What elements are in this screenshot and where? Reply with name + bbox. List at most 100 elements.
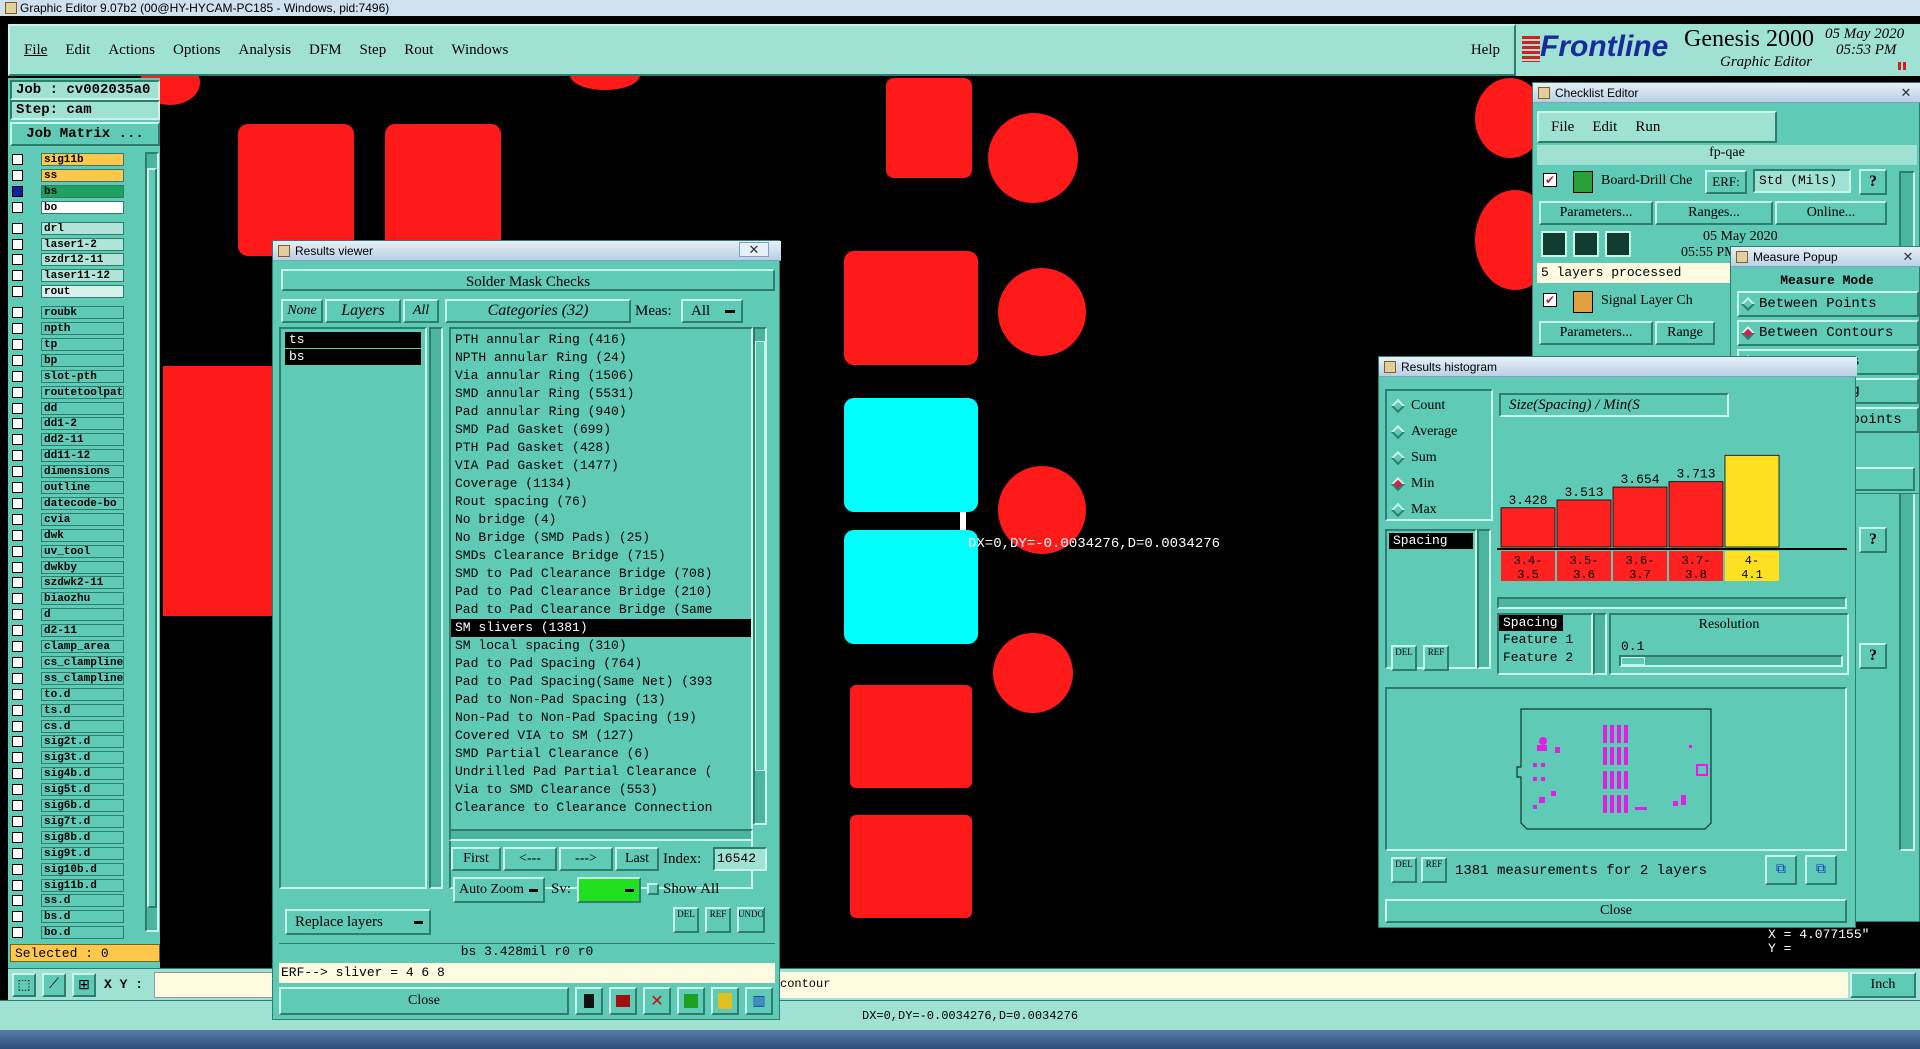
- layer-name[interactable]: ss_clampline: [41, 671, 124, 685]
- layer-name[interactable]: bp: [41, 353, 124, 367]
- stat-mode-option[interactable]: Sum: [1387, 447, 1491, 469]
- report-icon[interactable]: [711, 987, 739, 1015]
- stat-mode-option[interactable]: Count: [1387, 395, 1491, 417]
- layer-checkbox[interactable]: [12, 815, 23, 827]
- layer-name[interactable]: dimensions: [41, 465, 124, 479]
- category-scrollbar[interactable]: [753, 327, 767, 825]
- layer-checkbox[interactable]: [12, 609, 23, 621]
- run-icon[interactable]: [1541, 231, 1567, 257]
- layer-row[interactable]: sig10b.d: [12, 862, 132, 877]
- layers-button[interactable]: Layers: [325, 299, 401, 323]
- layer-name[interactable]: dd11-12: [41, 449, 124, 463]
- histogram-bar[interactable]: [1556, 499, 1612, 548]
- layer-checkbox[interactable]: [12, 831, 23, 843]
- measure-mode-option[interactable]: Between Points: [1737, 291, 1919, 317]
- layer-name[interactable]: biaozhu: [41, 592, 124, 606]
- radio-icon[interactable]: [1740, 325, 1756, 341]
- layer-name[interactable]: szdr12-11: [41, 253, 124, 267]
- histogram-scrollbar[interactable]: [1497, 597, 1847, 609]
- layer-row[interactable]: ss.d: [12, 893, 132, 908]
- layer-checkbox[interactable]: [12, 222, 23, 234]
- layer-checkbox[interactable]: [12, 577, 23, 589]
- layer-checkbox[interactable]: [12, 154, 23, 165]
- layer-checkbox[interactable]: [12, 418, 23, 430]
- layer-checkbox[interactable]: [12, 895, 23, 907]
- layer-checkbox[interactable]: [12, 704, 23, 716]
- layer-row[interactable]: dd: [12, 401, 132, 416]
- checklist-menu-run[interactable]: Run: [1635, 119, 1660, 136]
- layer-row[interactable]: roubk: [12, 305, 132, 320]
- layer-name[interactable]: cvia: [41, 512, 124, 526]
- category-item[interactable]: PTH Pad Gasket (428): [451, 439, 751, 457]
- category-item[interactable]: SMD to Pad Clearance Bridge (708): [451, 565, 751, 583]
- layer-row[interactable]: bp: [12, 353, 132, 368]
- category-item[interactable]: Pad annular Ring (940): [451, 403, 751, 421]
- layer-row[interactable]: dd11-12: [12, 448, 132, 463]
- layer-row[interactable]: cs_clampline: [12, 655, 132, 670]
- help-button[interactable]: ?: [1859, 527, 1887, 553]
- layer-row[interactable]: bs.d: [12, 909, 132, 924]
- layer-checkbox[interactable]: [12, 545, 23, 557]
- menu-actions[interactable]: Actions: [108, 42, 155, 59]
- unit-select[interactable]: Inch: [1850, 972, 1916, 998]
- auto-zoom-select[interactable]: Auto Zoom: [453, 877, 545, 903]
- histogram-bar[interactable]: [1612, 486, 1668, 548]
- layer-row[interactable]: slot-pth: [12, 369, 132, 384]
- layer-name[interactable]: dwkby: [41, 560, 124, 574]
- check-enable-box[interactable]: ✔: [1543, 173, 1557, 187]
- ref-button[interactable]: REF: [1423, 645, 1449, 671]
- layer-row[interactable]: dd1-2: [12, 416, 132, 431]
- layer-checkbox[interactable]: [12, 847, 23, 859]
- histogram-bar[interactable]: [1724, 454, 1780, 548]
- layer-name[interactable]: roubk: [41, 306, 124, 320]
- index-input[interactable]: 16542: [713, 847, 767, 871]
- checklist-menu-edit[interactable]: Edit: [1592, 119, 1617, 136]
- results-close-button[interactable]: Close: [279, 987, 569, 1015]
- feature-item[interactable]: Feature 2: [1499, 649, 1591, 667]
- layer-row[interactable]: dwk: [12, 528, 132, 543]
- layer-checkbox[interactable]: [12, 386, 23, 398]
- layer-checkbox[interactable]: [12, 270, 23, 282]
- next-button[interactable]: --->: [559, 847, 613, 871]
- sv-select[interactable]: [577, 877, 641, 903]
- job-matrix-button[interactable]: Job Matrix ...: [10, 122, 160, 146]
- layer-row[interactable]: drl: [12, 221, 132, 236]
- layer-row[interactable]: tp: [12, 337, 132, 352]
- layer-row[interactable]: datecode-bo: [12, 496, 132, 511]
- layer-checkbox[interactable]: [12, 450, 23, 462]
- histogram-bar[interactable]: [1668, 481, 1724, 548]
- zoom-window-icon[interactable]: ⧉: [1805, 855, 1837, 885]
- measure-mode-option[interactable]: Between Contours: [1737, 320, 1919, 346]
- layer-row[interactable]: ss: [12, 168, 132, 183]
- layer-name[interactable]: bs: [41, 184, 124, 198]
- category-item[interactable]: Pad to Pad Spacing(Same Net) (393: [451, 673, 751, 691]
- layer-name[interactable]: datecode-bo: [41, 496, 124, 510]
- chart-icon[interactable]: ▥: [745, 987, 773, 1015]
- radio-icon[interactable]: [1390, 476, 1406, 492]
- layer-row[interactable]: dwkby: [12, 560, 132, 575]
- layer-checkbox[interactable]: [12, 434, 23, 446]
- layer-row[interactable]: outline: [12, 480, 132, 495]
- stat-mode-option[interactable]: Max: [1387, 499, 1491, 521]
- layer-name[interactable]: outline: [41, 481, 124, 494]
- layer-name[interactable]: sig3t.d: [41, 751, 124, 765]
- layer-checkbox[interactable]: [12, 641, 23, 652]
- layer-row[interactable]: szdr12-11: [12, 252, 132, 267]
- category-item[interactable]: Undrilled Pad Partial Clearance (: [451, 763, 751, 781]
- layer-name[interactable]: d: [41, 608, 124, 622]
- layer-name[interactable]: sig5t.d: [41, 783, 124, 797]
- layer-checkbox[interactable]: [12, 752, 23, 764]
- layer-row[interactable]: bs: [12, 184, 132, 199]
- stat-mode-option[interactable]: Min: [1387, 473, 1491, 495]
- layer-name[interactable]: sig10b.d: [41, 862, 124, 876]
- ranges-button-2[interactable]: Range: [1655, 321, 1715, 345]
- layer-row[interactable]: sig8b.d: [12, 830, 132, 845]
- run-icon[interactable]: [1573, 231, 1599, 257]
- layer-list[interactable]: sig11b ss bs bo drl laser1-2 szdr12-11 laser11-…: [8, 150, 164, 940]
- stat-mode-option[interactable]: Average: [1387, 421, 1491, 443]
- type-item-spacing[interactable]: Spacing: [1389, 533, 1473, 549]
- del-button[interactable]: DEL: [673, 907, 699, 933]
- category-item[interactable]: Rout spacing (76): [451, 493, 751, 511]
- category-list[interactable]: PTH annular Ring (416) NPTH annular Ring …: [449, 327, 753, 889]
- layer-checkbox[interactable]: [12, 513, 23, 525]
